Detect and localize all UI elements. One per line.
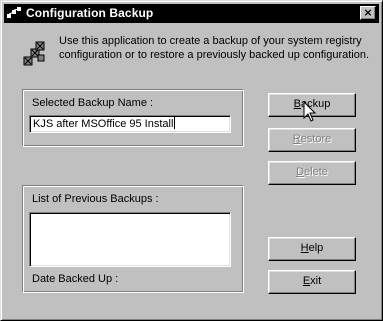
backup-name-label: Selected Backup Name :: [32, 97, 154, 109]
restore-button[interactable]: Restore: [268, 128, 356, 152]
close-icon: ×: [363, 6, 373, 19]
date-backed-up-label: Date Backed Up :: [32, 273, 119, 285]
exit-button[interactable]: Exit: [268, 270, 356, 294]
backup-name-value: KJS after MSOffice 95 Install: [33, 118, 174, 130]
previous-backups-label: List of Previous Backups :: [32, 193, 159, 205]
delete-button[interactable]: Delete: [268, 161, 356, 185]
window-title: Configuration Backup: [26, 6, 154, 20]
delete-mnemonic: D: [296, 166, 305, 178]
title-bar[interactable]: Configuration Backup ×: [4, 4, 379, 23]
restore-button-label: estore: [300, 133, 332, 145]
exit-button-label: xit: [310, 275, 322, 287]
close-button[interactable]: ×: [360, 6, 376, 20]
help-mnemonic: H: [300, 242, 309, 254]
mouse-pointer-icon: [303, 101, 317, 122]
backup-name-input[interactable]: KJS after MSOffice 95 Install: [29, 115, 231, 133]
text-caret: [174, 117, 176, 129]
restore-mnemonic: R: [292, 133, 301, 145]
backup-mnemonic: B: [293, 98, 301, 110]
help-button[interactable]: Help: [268, 237, 356, 261]
delete-button-label: elete: [304, 166, 328, 178]
registry-icon[interactable]: [6, 6, 22, 21]
help-button-label: elp: [308, 242, 324, 254]
previous-backups-list[interactable]: [29, 212, 231, 267]
registry-cubes-icon: [23, 41, 45, 66]
description-text: Use this application to create a backup …: [59, 35, 370, 61]
configuration-backup-window: Configuration Backup × Use this applicat…: [0, 0, 383, 321]
